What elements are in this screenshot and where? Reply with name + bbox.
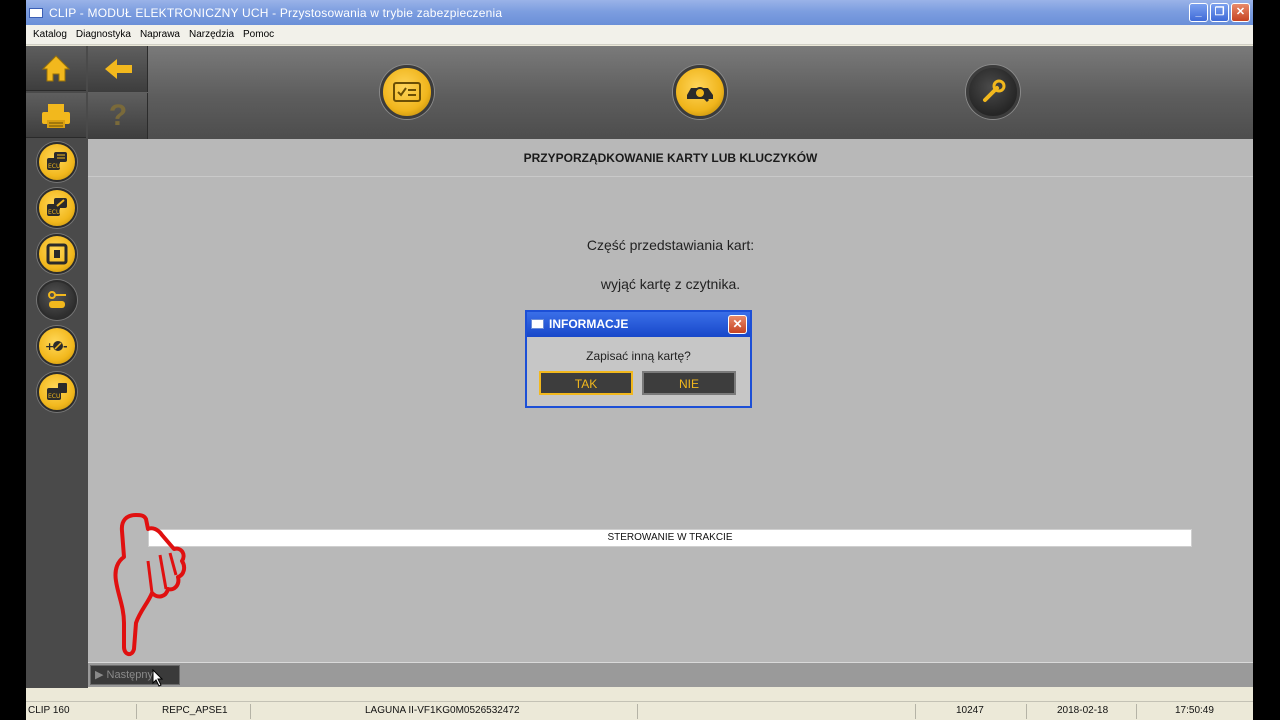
plus-minus-icon[interactable]: + - bbox=[37, 326, 77, 366]
menu-pomoc[interactable]: Pomoc bbox=[243, 29, 274, 40]
left-sidebar: ECU ECU + - ECU bbox=[26, 46, 88, 688]
info-dialog: INFORMACJE ✕ Zapisać inną kartę? TAK NIE bbox=[525, 310, 752, 408]
yes-button[interactable]: TAK bbox=[539, 371, 633, 395]
home-button[interactable] bbox=[26, 46, 86, 91]
home-icon bbox=[41, 55, 71, 82]
bottom-button-row: ▶ Następny bbox=[88, 662, 1253, 687]
status-time: 17:50:49 bbox=[1175, 705, 1214, 716]
dialog-question: Zapisać inną kartę? bbox=[586, 349, 691, 363]
help-button[interactable]: ? bbox=[88, 93, 148, 139]
ecu-edit-icon[interactable]: ECU bbox=[37, 188, 77, 228]
vehicle-diagnostic-icon[interactable] bbox=[673, 65, 727, 119]
status-version: CLIP 160 bbox=[28, 705, 70, 716]
menu-naprawa[interactable]: Naprawa bbox=[140, 29, 180, 40]
no-button[interactable]: NIE bbox=[642, 371, 736, 395]
next-button[interactable]: ▶ Następny bbox=[90, 665, 180, 685]
dialog-title-bar: INFORMACJE ✕ bbox=[527, 312, 750, 337]
close-button[interactable]: ✕ bbox=[1231, 3, 1250, 22]
minimize-button[interactable]: _ bbox=[1189, 3, 1208, 22]
pointing-hand-icon bbox=[113, 513, 187, 656]
main-toolbar: ? bbox=[88, 46, 1253, 139]
message-line-2: wyjąć kartę z czytnika. bbox=[600, 276, 741, 292]
app-icon bbox=[29, 7, 43, 18]
svg-text:-: - bbox=[63, 340, 68, 353]
printer-icon bbox=[42, 104, 70, 128]
ecu-info-icon[interactable]: ECU bbox=[37, 142, 77, 182]
back-arrow-icon bbox=[105, 59, 132, 79]
svg-text:ECU: ECU bbox=[48, 163, 60, 170]
progress-bar: STEROWANIE W TRAKCIE bbox=[148, 529, 1192, 547]
svg-text:ECU: ECU bbox=[48, 393, 60, 400]
svg-text:+: + bbox=[45, 340, 54, 353]
dialog-window-icon bbox=[531, 319, 544, 329]
status-code: REPC_APSE1 bbox=[162, 705, 228, 716]
wrench-icon[interactable] bbox=[966, 65, 1020, 119]
back-button[interactable] bbox=[88, 46, 148, 92]
status-vehicle: LAGUNA II-VF1KG0M0526532472 bbox=[365, 705, 520, 716]
status-bar: CLIP 160 REPC_APSE1 LAGUNA II-VF1KG0M052… bbox=[26, 701, 1253, 720]
menu-diagnostyka[interactable]: Diagnostyka bbox=[76, 29, 131, 40]
svg-text:ECU: ECU bbox=[48, 209, 60, 216]
component-icon[interactable] bbox=[37, 234, 77, 274]
print-button[interactable] bbox=[26, 93, 86, 138]
ecu-config-icon[interactable]: ECU bbox=[37, 372, 77, 412]
menu-narzedzia[interactable]: Narzędzia bbox=[189, 29, 234, 40]
message-line-1: Część przedstawiania kart: bbox=[586, 237, 755, 253]
menu-bar: Katalog Diagnostyka Naprawa Narzędzia Po… bbox=[26, 25, 1253, 45]
window-title: CLIP - MODUŁ ELEKTRONICZNY UCH - Przysto… bbox=[49, 5, 503, 20]
checklist-card-icon[interactable] bbox=[380, 65, 434, 119]
dialog-close-button[interactable]: ✕ bbox=[728, 315, 747, 334]
title-bar: CLIP - MODUŁ ELEKTRONICZNY UCH - Przysto… bbox=[26, 0, 1253, 25]
mouse-cursor-icon bbox=[152, 669, 164, 687]
help-icon: ? bbox=[108, 99, 128, 132]
status-date: 2018-02-18 bbox=[1057, 705, 1109, 716]
page-heading: PRZYPORZĄDKOWANIE KARTY LUB KLUCZYKÓW bbox=[88, 139, 1253, 177]
key-vehicle-icon[interactable] bbox=[37, 280, 77, 320]
dialog-title: INFORMACJE bbox=[549, 317, 629, 331]
restore-button[interactable]: ❐ bbox=[1210, 3, 1229, 22]
menu-katalog[interactable]: Katalog bbox=[33, 29, 67, 40]
status-number: 10247 bbox=[956, 705, 984, 716]
